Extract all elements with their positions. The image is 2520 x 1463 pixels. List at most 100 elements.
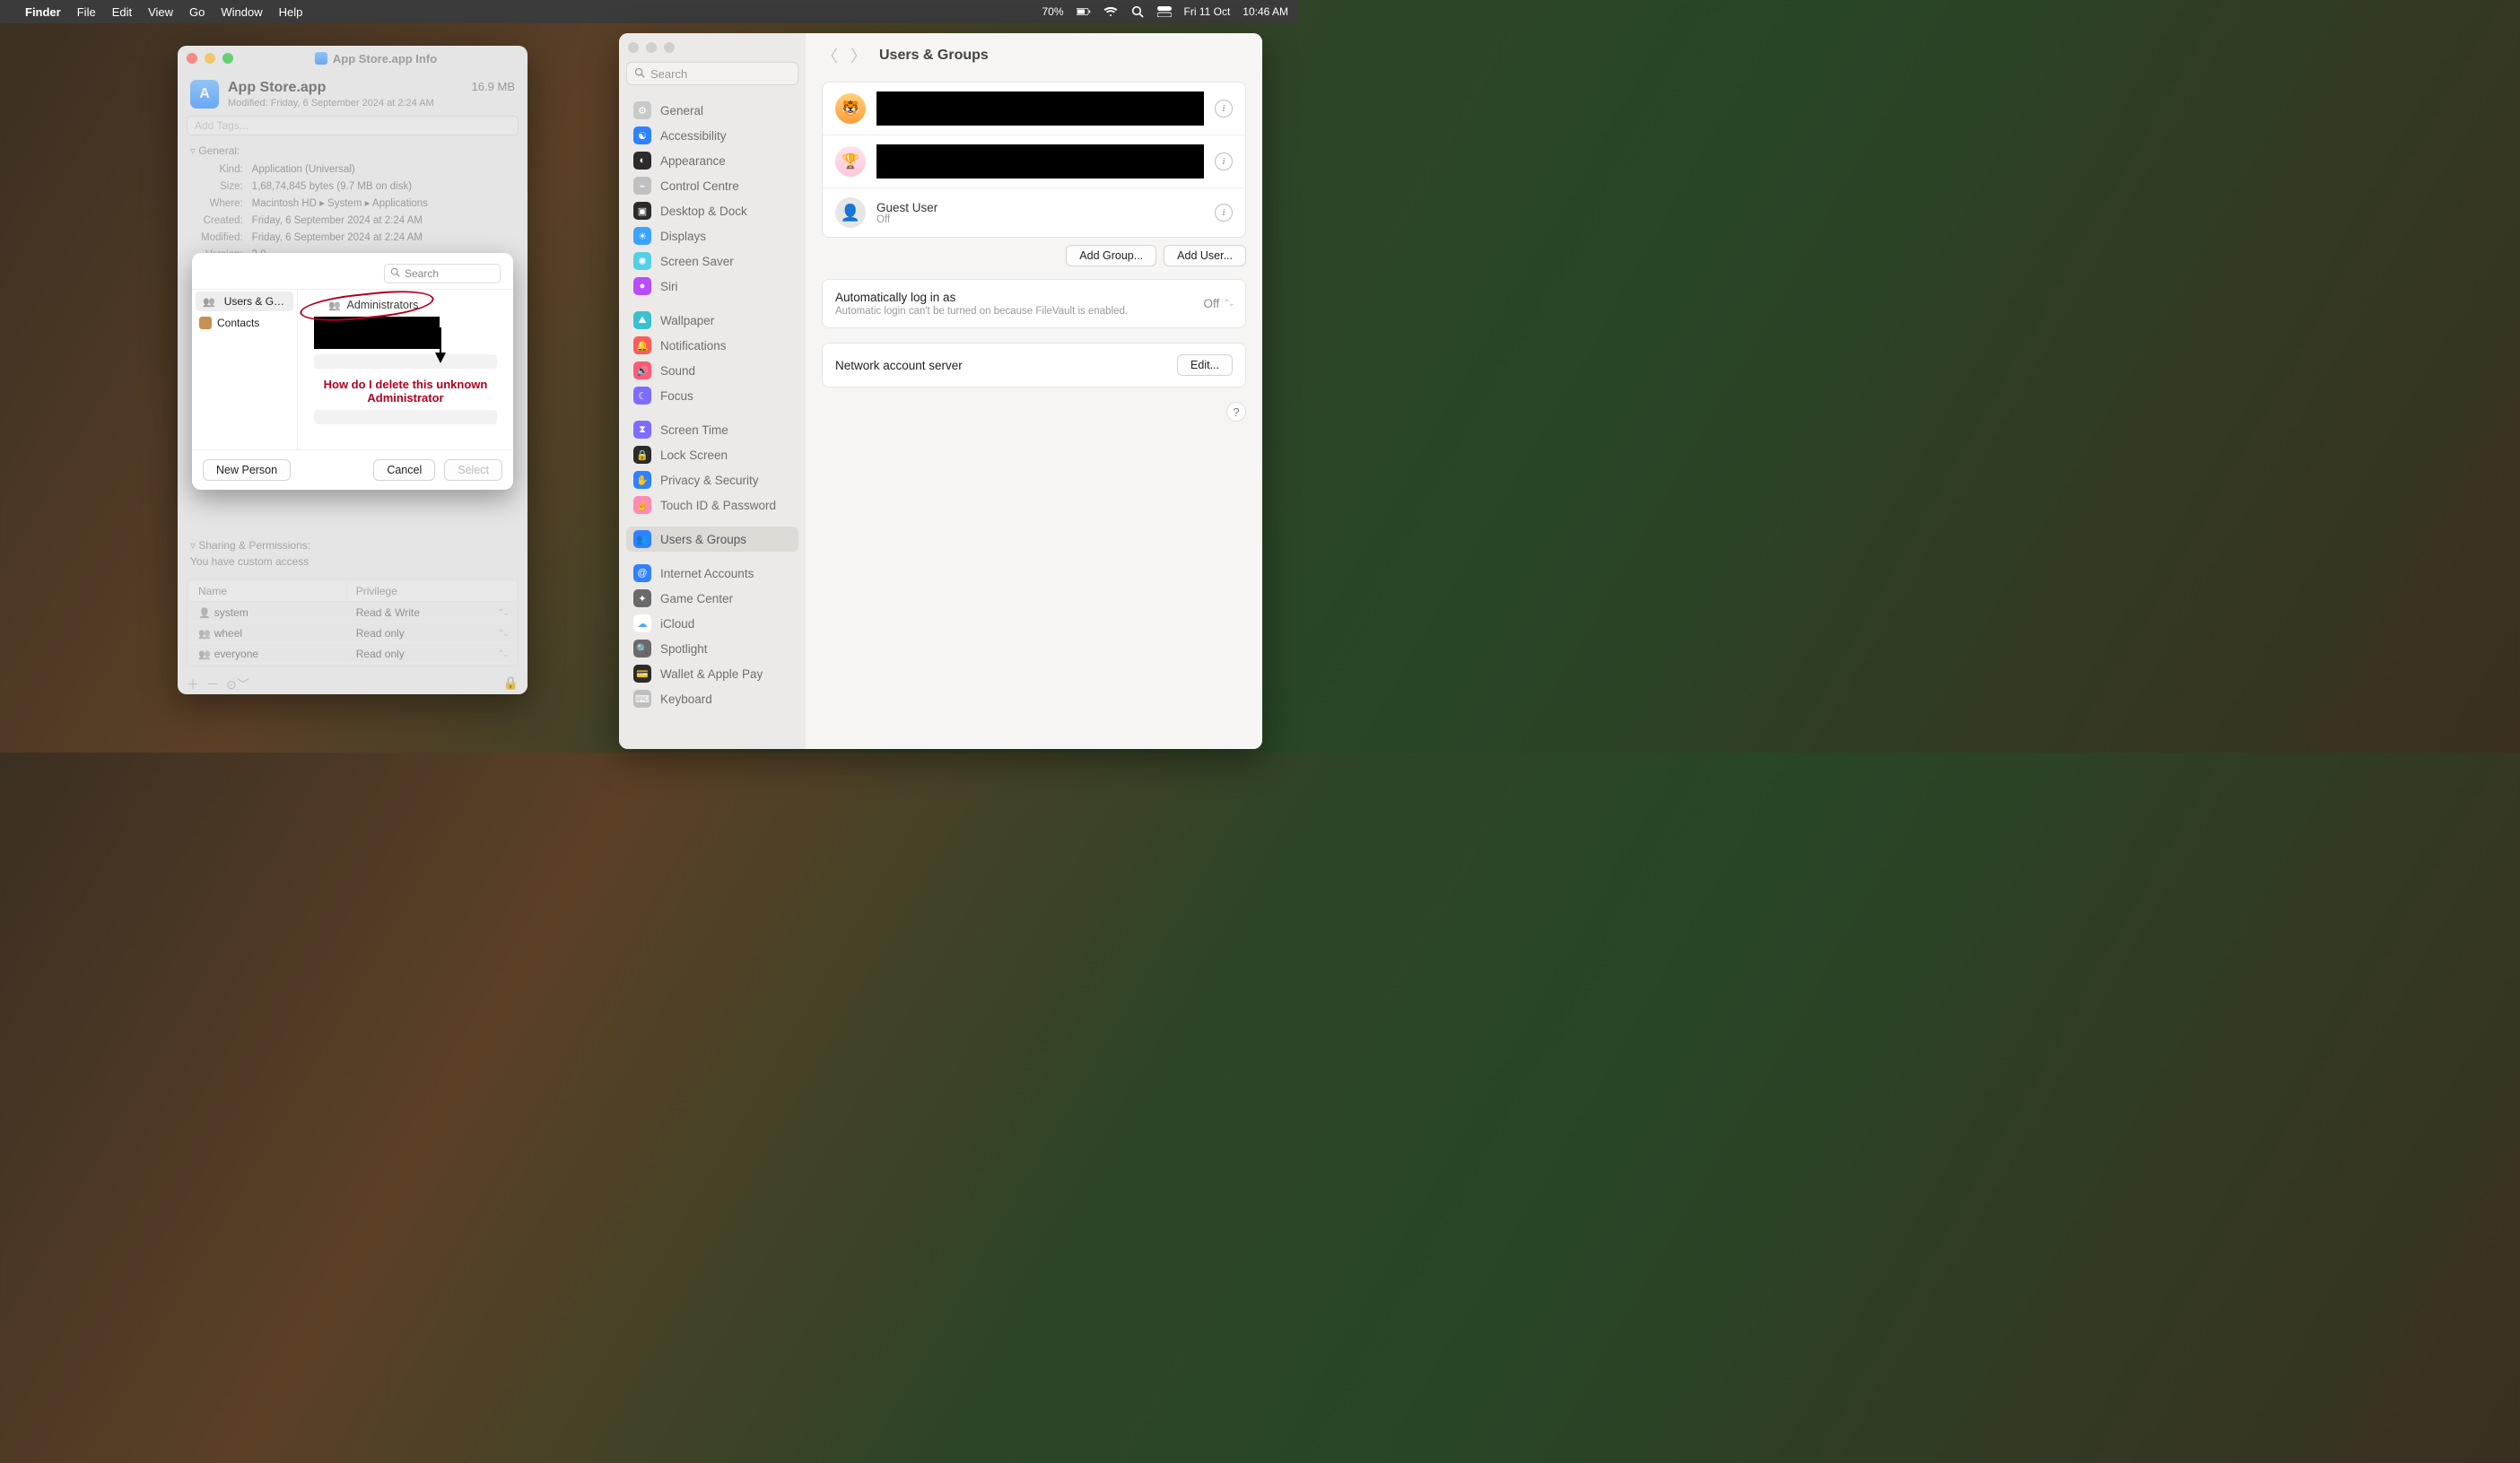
sidebar-item-privacy-security[interactable]: ✋Privacy & Security xyxy=(626,467,798,492)
search-icon xyxy=(390,267,400,280)
edit-network-server-button[interactable]: Edit... xyxy=(1177,354,1233,376)
minimise-button[interactable] xyxy=(646,42,657,53)
action-menu-button[interactable]: ⊙﹀ xyxy=(226,675,249,693)
zoom-button[interactable] xyxy=(664,42,675,53)
picker-source-users-groups[interactable]: Users & G… xyxy=(196,292,293,311)
control-centre-icon[interactable] xyxy=(1157,4,1172,19)
cancel-button[interactable]: Cancel xyxy=(373,459,435,481)
nav-back-button[interactable]: 〈 xyxy=(822,44,838,67)
guest-user-row[interactable]: 👤 Guest User Off i xyxy=(823,187,1245,237)
sidebar-item-displays[interactable]: ☀Displays xyxy=(626,223,798,248)
annotation-arrow-icon xyxy=(434,327,447,363)
sidebar-item-control-centre[interactable]: ⌁Control Centre xyxy=(626,173,798,198)
wifi-icon[interactable] xyxy=(1103,4,1118,19)
sidebar-item-appearance[interactable]: ◐Appearance xyxy=(626,148,798,173)
sidebar-item-label: Focus xyxy=(660,389,693,403)
add-user-button[interactable]: Add User... xyxy=(1164,245,1246,266)
sidebar-item-screen-saver[interactable]: ✺Screen Saver xyxy=(626,248,798,274)
sidebar-item-label: Keyboard xyxy=(660,692,712,706)
menubar-time[interactable]: 10:46 AM xyxy=(1243,5,1288,18)
guest-user-status: Off xyxy=(876,214,937,225)
chevron-updown-icon[interactable]: ⌃⌄ xyxy=(1223,299,1233,309)
menu-file[interactable]: File xyxy=(77,5,96,19)
menubar-date[interactable]: Fri 11 Oct xyxy=(1184,5,1231,18)
sidebar-item-sound[interactable]: 🔊Sound xyxy=(626,358,798,383)
sidebar-item-accessibility[interactable]: ☯Accessibility xyxy=(626,123,798,148)
sidebar-item-screen-time[interactable]: ⧗Screen Time xyxy=(626,417,798,442)
battery-icon[interactable] xyxy=(1077,4,1091,19)
list-placeholder xyxy=(314,354,497,369)
chevron-updown-icon[interactable]: ⌃⌄ xyxy=(497,608,507,618)
user-row[interactable]: 🐯 i xyxy=(823,83,1245,135)
picker-source-list: Users & G… Contacts xyxy=(192,290,298,449)
perm-row[interactable]: everyone Read only⌃⌄ xyxy=(189,645,516,664)
sidebar-item-keyboard[interactable]: ⌨ Keyboard xyxy=(626,686,798,711)
new-person-button[interactable]: New Person xyxy=(203,459,291,481)
contacts-icon xyxy=(199,317,212,329)
sidebar-icon: 🔔 xyxy=(633,336,651,354)
sidebar-icon: ☾ xyxy=(633,387,651,405)
sidebar-item-wallet-apple-pay[interactable]: 💳Wallet & Apple Pay xyxy=(626,661,798,686)
minimise-button[interactable] xyxy=(205,53,215,64)
custom-access-label: You have custom access xyxy=(178,555,528,573)
sidebar-item-touch-id-password[interactable]: ☝Touch ID & Password xyxy=(626,492,798,518)
sidebar-item-lock-screen[interactable]: 🔒Lock Screen xyxy=(626,442,798,467)
close-button[interactable] xyxy=(187,53,197,64)
menu-edit[interactable]: Edit xyxy=(112,5,132,19)
tags-field[interactable]: Add Tags... xyxy=(187,116,519,135)
zoom-button[interactable] xyxy=(222,53,233,64)
sidebar-item-game-center[interactable]: ✦ Game Center xyxy=(626,586,798,611)
sidebar-icon: ✺ xyxy=(633,252,651,270)
sidebar-icon: ● xyxy=(633,277,651,295)
search-icon xyxy=(634,67,645,81)
sidebar-item-focus[interactable]: ☾ Focus xyxy=(626,383,798,408)
info-button[interactable]: i xyxy=(1215,152,1233,170)
picker-source-contacts[interactable]: Contacts xyxy=(192,313,297,333)
redacted-user-entry[interactable] xyxy=(314,317,440,349)
add-permission-button[interactable]: ＋ xyxy=(187,675,199,693)
lock-icon[interactable]: 🔒 xyxy=(503,675,519,693)
sidebar-icon: ✦ xyxy=(633,589,651,607)
autologin-row[interactable]: Automatically log in as Automatic login … xyxy=(823,280,1245,327)
sidebar-item-wallpaper[interactable]: ⛰Wallpaper xyxy=(626,308,798,333)
picker-search[interactable]: Search xyxy=(384,264,501,283)
perm-row[interactable]: system Read & Write⌃⌄ xyxy=(189,604,516,623)
sidebar-item-label: Displays xyxy=(660,230,706,243)
sidebar-icon: ⌨ xyxy=(633,690,651,708)
info-button[interactable]: i xyxy=(1215,100,1233,118)
menu-help[interactable]: Help xyxy=(279,5,303,19)
menu-go[interactable]: Go xyxy=(189,5,205,19)
sidebar-item-users-groups[interactable]: 👥Users & Groups xyxy=(626,527,798,552)
help-button[interactable]: ? xyxy=(1226,402,1246,422)
sidebar-item-spotlight[interactable]: 🔍Spotlight xyxy=(626,636,798,661)
close-button[interactable] xyxy=(628,42,639,53)
sidebar-item-label: Game Center xyxy=(660,592,733,605)
getinfo-titlebar[interactable]: App Store.app Info xyxy=(178,46,528,71)
chevron-updown-icon[interactable]: ⌃⌄ xyxy=(497,649,507,659)
remove-permission-button[interactable]: － xyxy=(206,675,219,693)
sidebar-item-desktop-dock[interactable]: ▣Desktop & Dock xyxy=(626,198,798,223)
menu-window[interactable]: Window xyxy=(221,5,262,19)
sidebar-item-internet-accounts[interactable]: @Internet Accounts xyxy=(626,561,798,586)
menubar-app-name[interactable]: Finder xyxy=(25,5,61,19)
network-server-row: Network account server Edit... xyxy=(823,344,1245,387)
spotlight-icon[interactable] xyxy=(1130,4,1145,19)
section-sharing[interactable]: Sharing & Permissions: xyxy=(178,534,528,555)
sidebar-item-label: Appearance xyxy=(660,154,726,168)
group-icon xyxy=(198,627,214,640)
sidebar-icon: @ xyxy=(633,564,651,582)
sidebar-item-icloud[interactable]: ☁iCloud xyxy=(626,611,798,636)
info-button[interactable]: i xyxy=(1215,204,1233,222)
sidebar-item-notifications[interactable]: 🔔 Notifications xyxy=(626,333,798,358)
menu-view[interactable]: View xyxy=(148,5,173,19)
sidebar-item-general[interactable]: ⚙︎General xyxy=(626,98,798,123)
chevron-updown-icon[interactable]: ⌃⌄ xyxy=(497,629,507,639)
settings-search[interactable]: Search xyxy=(626,62,798,85)
add-group-button[interactable]: Add Group... xyxy=(1066,245,1156,266)
sidebar-item-label: Notifications xyxy=(660,339,727,353)
sidebar-item-label: Spotlight xyxy=(660,642,708,656)
sidebar-item-siri[interactable]: ●Siri xyxy=(626,274,798,299)
section-general[interactable]: General: xyxy=(178,139,528,161)
perm-row[interactable]: wheel Read only⌃⌄ xyxy=(189,624,516,643)
user-row[interactable]: 🏆 i xyxy=(823,135,1245,187)
